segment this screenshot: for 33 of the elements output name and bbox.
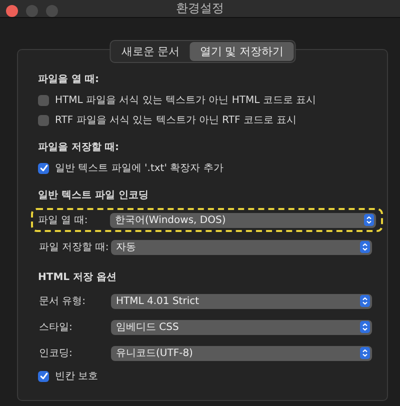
checkbox-label: RTF 파일을 서식 있는 텍스트가 아닌 RTF 코드로 표시	[55, 114, 297, 127]
tab[interactable]: 새로운 문서	[111, 42, 190, 61]
chevron-updown-icon	[364, 214, 374, 226]
checkbox[interactable]	[38, 94, 49, 106]
close-button[interactable]	[6, 5, 18, 17]
field-label: 인코딩:	[39, 347, 74, 360]
field-label: 스타일:	[39, 321, 74, 334]
checkbox-label: 일반 텍스트 파일에 '.txt' 확장자 추가	[55, 162, 224, 175]
field-label: 파일 열 때:	[38, 214, 89, 227]
chevron-updown-icon	[360, 321, 370, 333]
popup-menu[interactable]: 유니코드(UTF-8)	[111, 346, 372, 360]
popup-menu[interactable]: 자동	[111, 240, 372, 254]
checkbox-label: HTML 파일을 서식 있는 텍스트가 아닌 HTML 코드로 표시	[55, 94, 316, 107]
chevron-updown-icon	[360, 241, 370, 253]
popup-menu[interactable]: HTML 4.01 Strict	[111, 294, 372, 308]
popup-menu[interactable]: 한국어(Windows, DOS)	[110, 212, 376, 228]
tab[interactable]: 열기 및 저장하기	[190, 42, 294, 61]
minimize-button[interactable]	[26, 5, 38, 17]
section-heading: HTML 저장 옵션	[38, 271, 118, 284]
chevron-updown-icon	[360, 347, 370, 359]
checkbox[interactable]	[38, 370, 49, 382]
field-label: 문서 유형:	[39, 295, 87, 308]
checkbox[interactable]	[38, 114, 49, 126]
section-heading: 파일을 열 때:	[38, 73, 100, 86]
checkbox-label: 빈칸 보호	[55, 370, 98, 383]
section-heading: 파일을 저장할 때:	[38, 141, 120, 154]
checkbox[interactable]	[38, 162, 49, 174]
zoom-button[interactable]	[46, 5, 58, 17]
field-label: 파일 저장할 때:	[39, 241, 110, 254]
chevron-updown-icon	[360, 295, 370, 307]
window-title: 환경설정	[176, 0, 224, 17]
popup-menu[interactable]: 임베디드 CSS	[111, 320, 372, 334]
section-heading: 일반 텍스트 파일 인코딩	[38, 189, 150, 202]
